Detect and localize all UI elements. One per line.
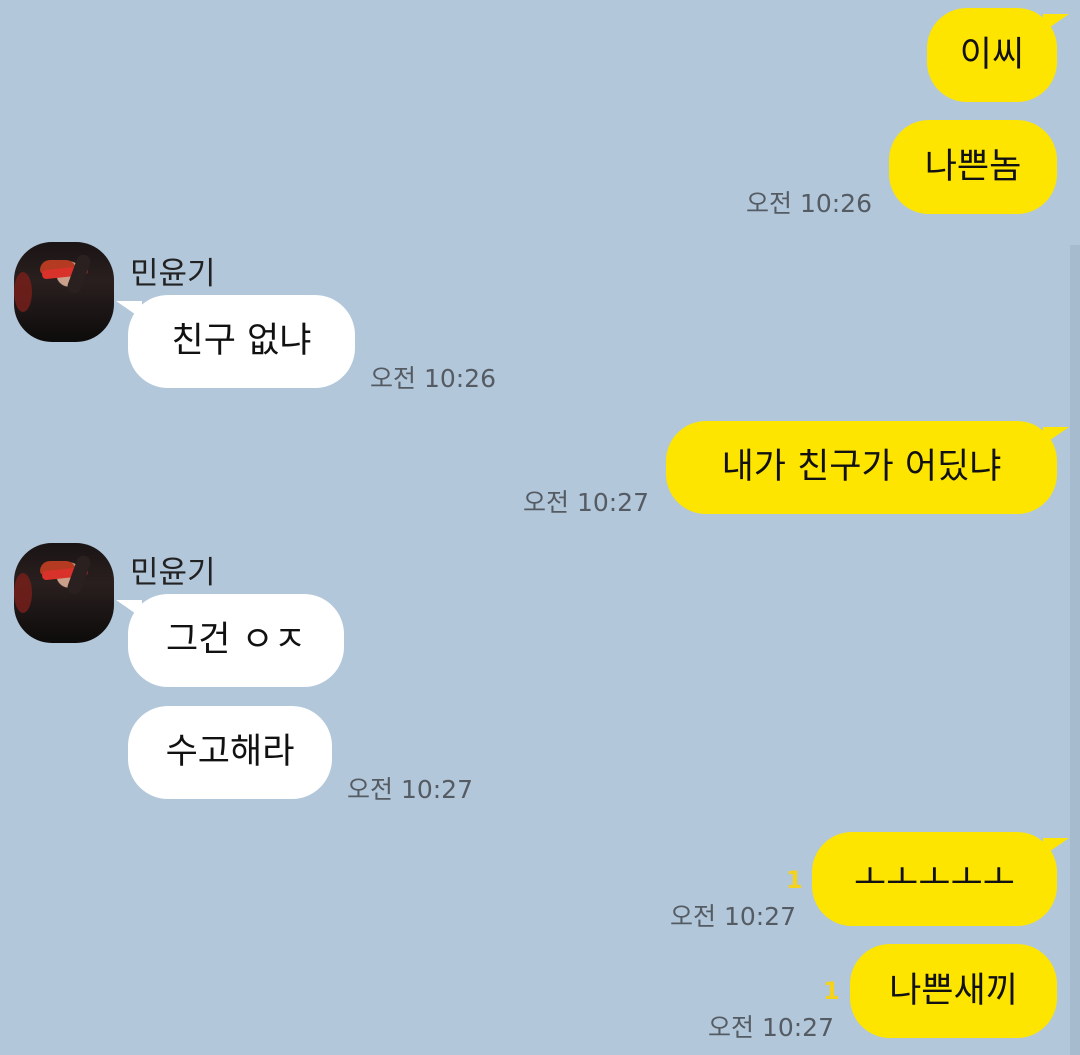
message-text: 내가 친구가 어딨냐 [721, 447, 1002, 487]
message-text: 친구 없냐 [171, 321, 312, 361]
message-bubble-other[interactable]: 친구 없냐 [116, 295, 355, 388]
message-bubble-other[interactable]: 그건 ㅇㅈ [116, 594, 344, 687]
message-bubble-mine[interactable]: 나쁜새끼 [850, 944, 1057, 1038]
avatar-decor [14, 573, 32, 613]
unread-count: 1 [786, 866, 803, 894]
message-bubble-mine[interactable]: 이씨 [927, 8, 1069, 102]
message-text: 그건 ㅇㅈ [166, 620, 306, 660]
message-timestamp: 오전 10:27 [347, 775, 473, 804]
message-text: 이씨 [959, 34, 1025, 75]
sender-name: 민윤기 [130, 256, 216, 292]
message-bubble-mine[interactable]: 내가 친구가 어딨냐 [666, 421, 1069, 514]
message-bubble-mine[interactable]: ㅗㅗㅗㅗㅗ [812, 832, 1069, 926]
message-text: 수고해라 [165, 732, 295, 772]
message-bubble-mine[interactable]: 나쁜놈 [889, 120, 1057, 214]
scrollbar[interactable] [1070, 245, 1080, 1055]
message-timestamp: 오전 10:27 [708, 1013, 834, 1042]
sender-avatar[interactable] [14, 543, 114, 643]
message-text: 나쁜놈 [924, 146, 1022, 187]
message-text: ㅗㅗㅗㅗㅗ [853, 858, 1015, 899]
message-timestamp: 오전 10:26 [370, 364, 496, 393]
message-timestamp: 오전 10:27 [523, 488, 649, 517]
sender-avatar[interactable] [14, 242, 114, 342]
chat-area[interactable]: 이씨 나쁜놈 오전 10:26 민윤기 친구 없냐 오전 10:26 내가 친구… [0, 0, 1080, 1055]
sender-name: 민윤기 [130, 555, 216, 591]
message-bubble-other[interactable]: 수고해라 [128, 706, 332, 799]
message-timestamp: 오전 10:26 [746, 189, 872, 218]
unread-count: 1 [823, 977, 840, 1005]
message-timestamp: 오전 10:27 [670, 902, 796, 931]
message-text: 나쁜새끼 [889, 970, 1018, 1011]
avatar-decor [14, 272, 32, 312]
